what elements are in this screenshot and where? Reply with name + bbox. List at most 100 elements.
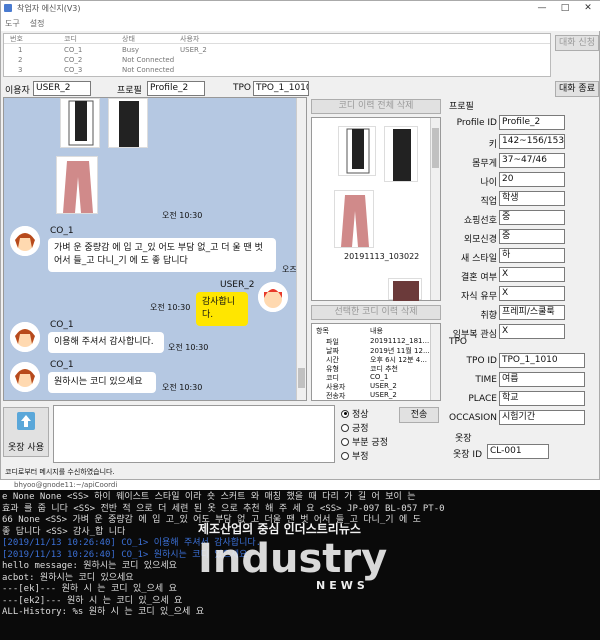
history-image-panel[interactable]: 20191113_103022 bbox=[311, 117, 441, 301]
radio-option[interactable]: 정상 bbox=[341, 407, 369, 420]
profile-field-value[interactable]: 중 bbox=[499, 229, 565, 244]
profile-field-value[interactable]: X bbox=[499, 267, 565, 282]
user-list-header: 번호 코디 상태 사용자 bbox=[4, 35, 550, 44]
profile-field-value[interactable]: 중 bbox=[499, 210, 565, 225]
profile-label: 프로필 bbox=[117, 86, 142, 96]
chat-scrollbar[interactable] bbox=[296, 98, 306, 400]
scroll-thumb[interactable] bbox=[298, 368, 305, 388]
detail-scrollbar[interactable] bbox=[430, 324, 440, 400]
maximize-button[interactable]: □ bbox=[554, 1, 576, 15]
cell: CO_3 bbox=[64, 66, 83, 74]
coat-icon bbox=[393, 129, 411, 181]
profile-section-title: 프로필 bbox=[449, 102, 474, 112]
radio-option[interactable]: 긍정 bbox=[341, 421, 369, 434]
col-header-content: 내용 bbox=[370, 327, 383, 335]
radio-circle-icon[interactable] bbox=[341, 409, 349, 418]
profile-field-label: 새 스타일 bbox=[461, 254, 497, 264]
profile-field-label: 취향 bbox=[480, 311, 497, 321]
chat-bubble: 감사합니다. bbox=[196, 292, 248, 326]
tpo-label: TPO bbox=[233, 83, 252, 93]
minimize-button[interactable]: — bbox=[531, 1, 553, 15]
message-time: 오전 10:30 bbox=[168, 343, 209, 352]
message-time: 오전 10:30 bbox=[150, 303, 191, 312]
profile-field-value[interactable]: X bbox=[499, 286, 565, 301]
user-field[interactable]: USER_2 bbox=[33, 81, 91, 96]
col-header-codi[interactable]: 코디 bbox=[64, 35, 77, 44]
col-header-item: 항목 bbox=[316, 327, 329, 335]
profile-field-label: 나이 bbox=[480, 178, 497, 188]
end-chat-button[interactable]: 대화 종료 bbox=[555, 81, 599, 97]
avatar-girl-icon bbox=[10, 322, 40, 352]
terminal-window[interactable]: bhyoo@gnode11:~/apiCoordi e None None <S… bbox=[0, 480, 600, 640]
history-detail-table[interactable]: 항목 내용 파일 20191112_181... 날짜 2019년 11월 12… bbox=[311, 323, 441, 401]
profile-field-label: 결혼 여부 bbox=[461, 273, 497, 283]
delete-selected-history-button[interactable]: 선택한 코디 이력 삭제 bbox=[311, 305, 441, 320]
pants-icon bbox=[63, 161, 93, 213]
wardrobe-section-title: 옷장 bbox=[455, 434, 472, 444]
profile-field-value[interactable]: 학생 bbox=[499, 191, 565, 206]
terminal-line: ALL-History: %s 원하 시 는 코디 있_으세 요 bbox=[2, 607, 205, 617]
message-input[interactable] bbox=[53, 405, 335, 463]
use-outfit-label: 옷장 사용 bbox=[8, 443, 44, 453]
profile-field-value[interactable]: 20 bbox=[499, 172, 565, 187]
watermark-logo: Industry bbox=[198, 535, 388, 582]
radio-label: 긍정 bbox=[352, 424, 369, 434]
tpo-field[interactable]: TPO_1_1010 bbox=[253, 81, 309, 96]
tpo-field-value[interactable]: 학교 bbox=[499, 391, 585, 406]
history-scrollbar[interactable] bbox=[430, 118, 440, 300]
col-header-user[interactable]: 사용자 bbox=[180, 35, 199, 44]
col-header-number[interactable]: 번호 bbox=[10, 35, 23, 44]
user-list[interactable]: 번호 코디 상태 사용자 1 CO_1 Busy USER_2 2 CO_2 N… bbox=[3, 33, 551, 77]
profile-field-value[interactable]: 37~47/46 bbox=[499, 153, 565, 168]
delete-all-history-button[interactable]: 코디 이력 전체 삭제 bbox=[311, 99, 441, 114]
profile-field-value[interactable]: 142~156/153 bbox=[499, 134, 565, 149]
tpo-field-value[interactable]: TPO_1_1010 bbox=[499, 353, 585, 368]
tpo-field-label: PLACE bbox=[468, 394, 497, 404]
radio-circle-icon[interactable] bbox=[341, 423, 349, 432]
menu-bar: 도구 설정 bbox=[1, 15, 600, 31]
terminal-title: bhyoo@gnode11:~/apiCoordi bbox=[0, 480, 600, 490]
chat-area[interactable]: 오전 10:30 CO_1 가벼 운 중량감 에 입 고_있 어도 부담 없_고… bbox=[3, 97, 307, 401]
table-row[interactable]: 2 CO_2 Not Connected bbox=[4, 56, 550, 65]
use-outfit-button[interactable]: 옷장 사용 bbox=[3, 407, 49, 457]
profile-field-value[interactable]: X bbox=[499, 324, 565, 339]
profile-field-value[interactable]: 프레피/스쿨룩 bbox=[499, 305, 565, 320]
clothing-image bbox=[56, 156, 98, 214]
profile-field-label: 직업 bbox=[480, 197, 497, 207]
chat-request-button[interactable]: 대화 신청 bbox=[555, 35, 599, 51]
tpo-field-value[interactable]: 여름 bbox=[499, 372, 585, 387]
radio-option[interactable]: 부분 긍정 bbox=[341, 435, 388, 448]
radio-circle-icon[interactable] bbox=[341, 451, 349, 460]
close-button[interactable]: ✕ bbox=[577, 1, 599, 15]
profile-field-value[interactable]: Profile_2 bbox=[499, 115, 565, 130]
message-time: 오전 10:30 bbox=[162, 383, 203, 392]
radio-circle-icon[interactable] bbox=[341, 437, 349, 446]
tpo-field-label: TIME bbox=[475, 375, 497, 385]
menu-settings[interactable]: 설정 bbox=[30, 18, 45, 29]
tpo-field-value[interactable]: 시험기간 bbox=[499, 410, 585, 425]
send-button[interactable]: 전송 bbox=[399, 407, 439, 423]
table-row[interactable]: 3 CO_3 Not Connected bbox=[4, 66, 550, 75]
table-row[interactable]: 1 CO_1 Busy USER_2 bbox=[4, 46, 550, 55]
detail-value: USER_2 bbox=[370, 391, 397, 399]
profile-field-value[interactable]: 하 bbox=[499, 248, 565, 263]
profile-field[interactable]: Profile_2 bbox=[147, 81, 205, 96]
clothing-image bbox=[384, 126, 418, 182]
cell: 2 bbox=[18, 56, 23, 64]
sender-name: CO_1 bbox=[50, 226, 74, 236]
menu-tools[interactable]: 도구 bbox=[5, 18, 20, 29]
cell: Busy bbox=[122, 46, 140, 54]
cell: USER_2 bbox=[180, 46, 207, 54]
col-header-status[interactable]: 상태 bbox=[122, 35, 135, 44]
wardrobe-id-field[interactable]: CL-001 bbox=[487, 444, 549, 459]
clothing-image bbox=[108, 98, 148, 148]
avatar bbox=[10, 226, 40, 256]
tpo-field-label: OCCASION bbox=[449, 413, 497, 423]
jacket-icon bbox=[346, 128, 370, 174]
terminal-line: e None None <SS> 하이 웨이스트 스타일 이라 숏 스커트 와 … bbox=[2, 492, 416, 502]
radio-option[interactable]: 부정 bbox=[341, 449, 369, 462]
scroll-thumb[interactable] bbox=[432, 128, 439, 168]
watermark-tagline: 제조산업의 중심 인더스트리뉴스 bbox=[198, 522, 361, 536]
chat-bubble: 이용해 주셔서 감사합니다. bbox=[48, 332, 164, 353]
profile-field-label: 외모신경 bbox=[463, 235, 497, 245]
